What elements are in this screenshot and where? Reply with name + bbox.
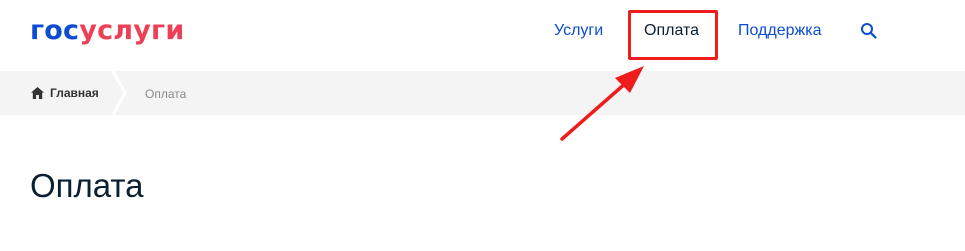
breadcrumb-home-label: Главная [50, 86, 99, 100]
breadcrumb: Главная Оплата [0, 71, 965, 115]
logo-part-gos: гос [30, 15, 80, 46]
nav-services-link[interactable]: Услуги [554, 21, 603, 41]
gosuslugi-logo[interactable]: госуслуги [30, 15, 184, 47]
logo-part-uslugi: услуги [79, 15, 185, 46]
site-header: госуслуги Услуги Оплата Поддержка [0, 0, 965, 71]
annotation-highlight-box [628, 10, 718, 60]
nav-support-link[interactable]: Поддержка [738, 21, 821, 41]
breadcrumb-separator [111, 71, 127, 115]
breadcrumb-home[interactable]: Главная [31, 85, 99, 101]
page: госуслуги Услуги Оплата Поддержка Главна… [0, 0, 965, 251]
page-title: Оплата [30, 167, 144, 204]
search-icon[interactable] [860, 22, 878, 40]
breadcrumb-current: Оплата [145, 87, 187, 101]
home-icon [31, 87, 44, 99]
